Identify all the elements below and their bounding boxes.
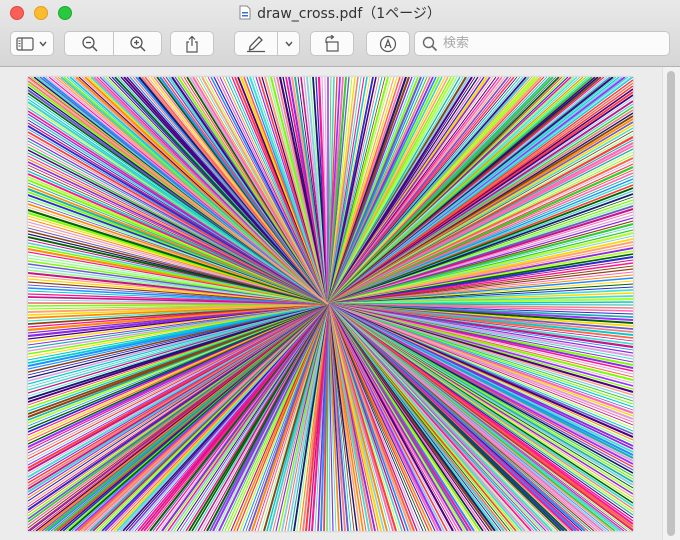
search-field[interactable] bbox=[414, 31, 670, 56]
chevron-down-icon bbox=[39, 41, 47, 47]
preview-window: draw_cross.pdf（1ページ） bbox=[0, 0, 680, 540]
share-button[interactable] bbox=[170, 31, 214, 56]
sidebar-icon bbox=[16, 36, 34, 51]
title-bar: draw_cross.pdf（1ページ） bbox=[0, 0, 680, 67]
markup-tools-control bbox=[234, 31, 300, 56]
markup-pen-icon bbox=[247, 35, 265, 52]
rotate-button[interactable] bbox=[310, 31, 354, 56]
pdf-document-icon bbox=[239, 5, 251, 20]
zoom-in-button[interactable] bbox=[114, 32, 162, 55]
pdf-page bbox=[28, 77, 633, 531]
window-title-area: draw_cross.pdf（1ページ） bbox=[0, 3, 680, 23]
search-icon bbox=[422, 36, 438, 52]
vertical-scrollbar[interactable] bbox=[662, 67, 680, 540]
rotate-icon bbox=[325, 34, 339, 52]
zoom-in-icon bbox=[130, 35, 146, 52]
document-viewport[interactable] bbox=[0, 67, 660, 540]
annotate-button[interactable] bbox=[366, 31, 410, 56]
scrollbar-thumb[interactable] bbox=[667, 71, 675, 536]
markup-options-button[interactable] bbox=[278, 32, 300, 55]
chevron-down-icon bbox=[285, 41, 293, 47]
zoom-out-button[interactable] bbox=[65, 32, 114, 55]
annotate-icon bbox=[379, 35, 397, 52]
zoom-segmented-control bbox=[64, 31, 162, 56]
markup-pen-button[interactable] bbox=[235, 32, 277, 55]
share-icon bbox=[186, 35, 198, 53]
window-title: draw_cross.pdf（1ページ） bbox=[257, 6, 441, 22]
radial-lines-drawing bbox=[28, 77, 633, 531]
zoom-out-icon bbox=[81, 35, 98, 52]
search-input[interactable] bbox=[443, 34, 663, 53]
sidebar-view-button[interactable] bbox=[10, 31, 54, 56]
